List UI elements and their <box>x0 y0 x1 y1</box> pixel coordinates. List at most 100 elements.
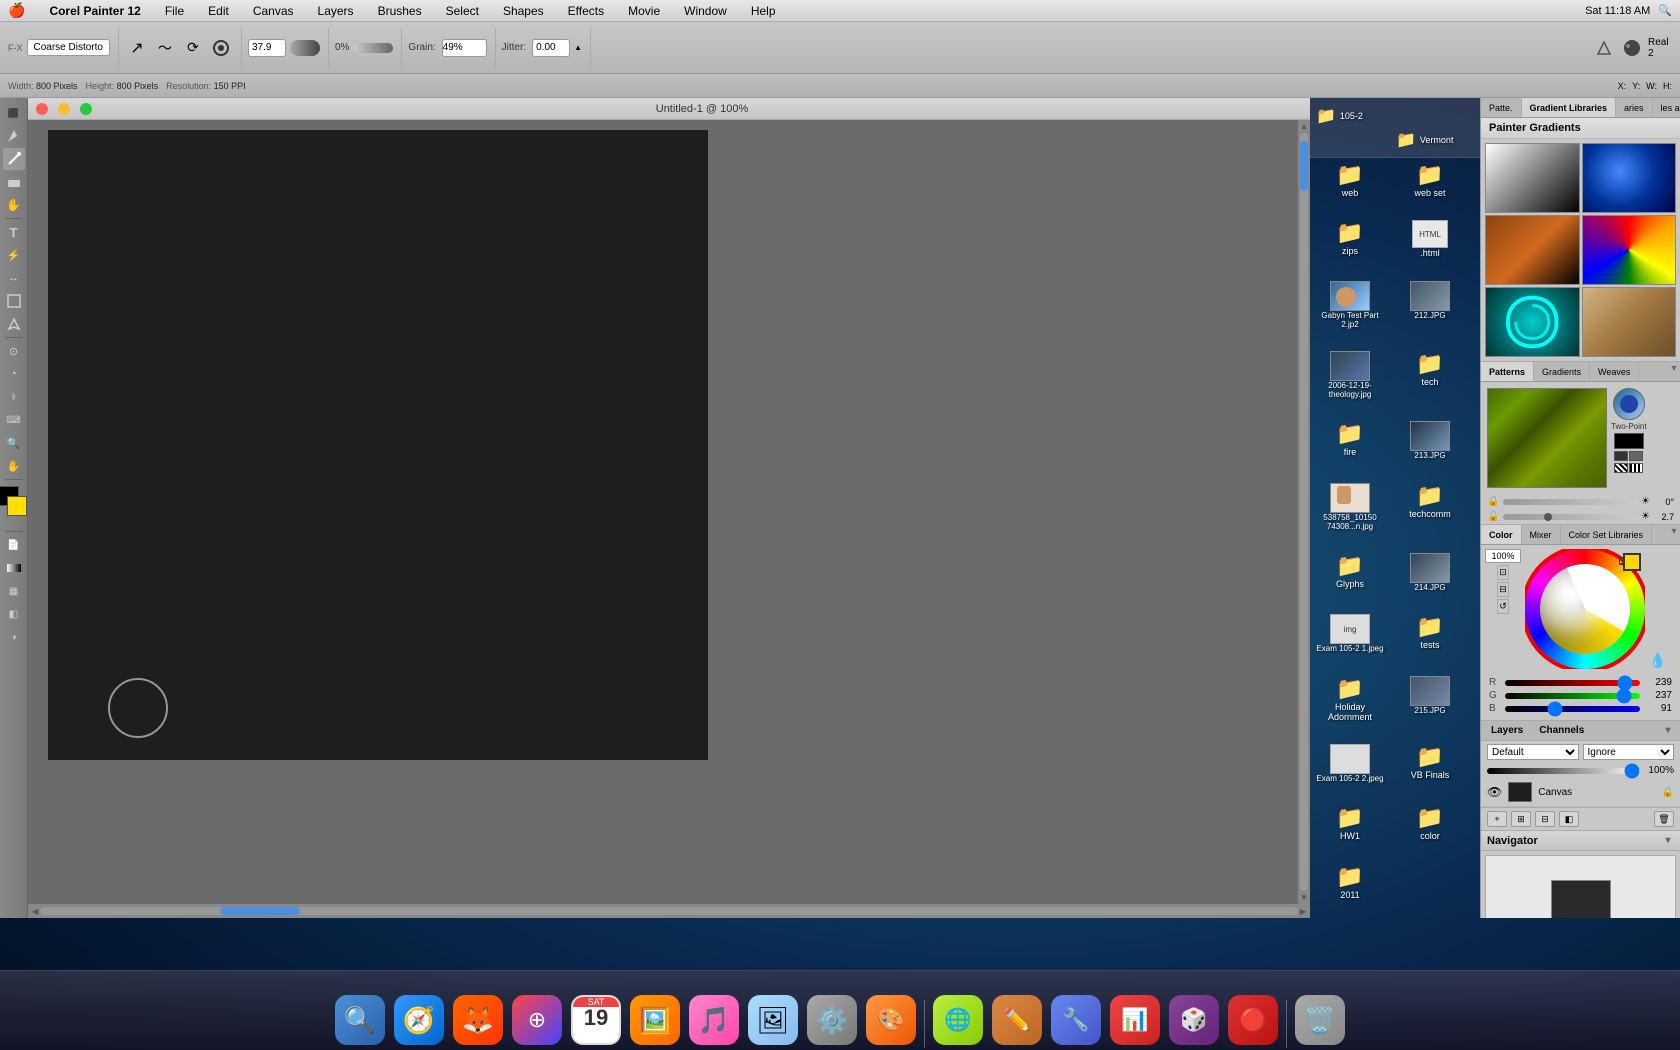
desktop-gabyn[interactable]: Gabyn Test Part 2.jp2 <box>1310 277 1390 347</box>
window-minimize[interactable] <box>58 103 70 115</box>
desktop-color[interactable]: 📁 color <box>1390 801 1470 859</box>
hscroll-right-arrow[interactable]: ▶ <box>1300 907 1306 916</box>
desktop-fire[interactable]: 📁 fire <box>1310 417 1390 478</box>
blend-mode[interactable]: Ignore <box>1583 744 1675 760</box>
dock-trash[interactable]: 🗑️ <box>1292 992 1348 1048</box>
desktop-exam1[interactable]: img Exam 105-2 1.jpeg <box>1310 610 1390 671</box>
dock-preview[interactable]: 🖼 <box>745 992 801 1048</box>
vscroll-down-arrow[interactable]: ▼ <box>1300 893 1308 902</box>
desktop-zips[interactable]: 📁 zips <box>1310 216 1390 276</box>
scale-sun-icon[interactable]: ☀ <box>1641 511 1650 522</box>
shape-tool[interactable] <box>3 290 25 312</box>
b-slider[interactable] <box>1505 706 1640 712</box>
tab-aries2[interactable]: les aries <box>1653 98 1680 117</box>
desktop-212[interactable]: 212.JPG <box>1390 277 1470 347</box>
brush-icon-1[interactable]: ↗ <box>125 36 149 60</box>
smear-tool[interactable]: ✋ <box>3 194 25 216</box>
nav-fit-icon[interactable]: ⊡ <box>1497 565 1509 580</box>
magnifier-tool[interactable]: 🔍 <box>3 432 25 454</box>
desktop-folder-105-2[interactable]: 📁 105-2 <box>1314 104 1476 128</box>
scale-slider-thumb[interactable] <box>1544 513 1552 521</box>
selection-tool[interactable]: ⬛ <box>3 102 25 124</box>
nav-actual-icon[interactable]: ⊟ <box>1497 582 1509 597</box>
gradient-bw[interactable] <box>1485 143 1580 213</box>
nav-close[interactable]: ▾ <box>1662 835 1674 847</box>
tab-patterns[interactable]: Patterns <box>1481 362 1534 381</box>
angle-sun-icon[interactable]: ☀ <box>1641 496 1650 507</box>
layers-tab-channels[interactable]: Channels <box>1535 725 1588 736</box>
group-layer-btn[interactable]: ⊞ <box>1511 811 1531 827</box>
menubar-shapes[interactable]: Shapes <box>499 4 548 18</box>
desktop-glyphs[interactable]: 📁 Glyphs <box>1310 549 1390 610</box>
mask-layer-btn[interactable]: ◧ <box>1559 811 1579 827</box>
scale-slider-track[interactable] <box>1503 514 1637 520</box>
color-dropper-icon[interactable]: 💧 <box>1649 652 1666 669</box>
menubar-window[interactable]: Window <box>680 4 731 18</box>
panel-menu-btn[interactable]: ▾ <box>1668 362 1680 374</box>
desktop-techcomm[interactable]: 📁 techcomm <box>1390 479 1470 549</box>
brush-tool[interactable] <box>3 148 25 170</box>
paper-tool[interactable]: 📄 <box>3 534 25 556</box>
composite-mode[interactable]: Default <box>1487 744 1579 760</box>
dock-app13[interactable]: 🔧 <box>1048 992 1104 1048</box>
menubar-select[interactable]: Select <box>442 4 483 18</box>
hscroll-left-arrow[interactable]: ◀ <box>32 907 38 916</box>
nav-rotate-icon[interactable]: ↺ <box>1497 599 1509 614</box>
dock-ical[interactable]: SAT 19 <box>568 992 624 1048</box>
swatch-stripe1[interactable] <box>1614 463 1628 473</box>
dock-safari[interactable]: 🧭 <box>391 992 447 1048</box>
real-icon-3[interactable]: Real 2 <box>1648 36 1672 60</box>
background-color[interactable] <box>7 496 27 516</box>
menubar-file[interactable]: File <box>161 4 188 18</box>
transform-tool[interactable]: ↔ <box>3 267 25 289</box>
hscroll-thumb[interactable] <box>220 907 300 915</box>
menubar-layers[interactable]: Layers <box>314 4 358 18</box>
canvas-layer-row[interactable]: 👁 Canvas 🔒 <box>1481 778 1680 807</box>
swatch-gray1[interactable] <box>1614 451 1628 461</box>
layers-panel-close[interactable]: ▾ <box>1662 725 1674 737</box>
gradient-tool[interactable] <box>3 557 25 579</box>
pattern-tool[interactable]: ▦ <box>3 580 25 602</box>
brush-category-selector[interactable]: Coarse Distorto <box>27 39 110 56</box>
color-wheel-container[interactable]: + <box>1525 549 1645 669</box>
zoom-input-color[interactable]: 100% <box>1485 549 1521 563</box>
desktop-folder-vermont[interactable]: 📁 Vermont <box>1394 128 1476 152</box>
jitter-arrow-up[interactable]: ▲ <box>574 43 582 52</box>
clone-tool[interactable]: ⚕ <box>3 386 25 408</box>
desktop-tech[interactable]: 📁 tech <box>1390 347 1470 417</box>
delete-layer-btn[interactable]: 🗑 <box>1654 811 1674 827</box>
menubar-canvas[interactable]: Canvas <box>249 4 298 18</box>
angle-lock-icon[interactable]: 🔒 <box>1487 496 1499 507</box>
jitter-input[interactable] <box>532 39 570 57</box>
desktop-214[interactable]: 214.JPG <box>1390 549 1470 610</box>
dodge-tool[interactable]: ⊙ <box>3 340 25 362</box>
tab-weaves[interactable]: Weaves <box>1590 362 1639 381</box>
desktop-holiday[interactable]: 📁 Holiday Adornment <box>1310 672 1390 740</box>
paint-bucket-tool[interactable] <box>3 125 25 147</box>
gradient-swirl[interactable] <box>1485 287 1580 357</box>
opacity-slider[interactable] <box>1487 768 1640 774</box>
g-slider[interactable] <box>1505 693 1640 699</box>
menubar-app-name[interactable]: Corel Painter 12 <box>45 4 144 18</box>
window-maximize[interactable] <box>80 103 92 115</box>
eraser-tool[interactable] <box>3 171 25 193</box>
tab-gradient-libraries[interactable]: Gradient Libraries <box>1522 98 1617 117</box>
real-icon-2[interactable] <box>1620 36 1644 60</box>
dock-app11[interactable]: 🌐 <box>930 992 986 1048</box>
desktop-538758[interactable]: 538758_10150 74308...n.jpg <box>1310 479 1390 549</box>
blend-tool[interactable]: ◑ <box>3 626 25 648</box>
desktop-tests[interactable]: 📁 tests <box>1390 610 1470 671</box>
menubar-brushes[interactable]: Brushes <box>374 4 426 18</box>
dock-app12[interactable]: ✏️ <box>989 992 1045 1048</box>
desktop-exam2[interactable]: Exam 105-2 2.jpeg <box>1310 740 1390 801</box>
angle-slider-track[interactable] <box>1503 499 1637 505</box>
desktop-vbfinals[interactable]: 📁 VB Finals <box>1390 740 1470 801</box>
gradient-blue[interactable] <box>1582 143 1677 213</box>
tab-mixer[interactable]: Mixer <box>1522 525 1561 544</box>
desktop-theology[interactable]: 2006-12-19- theology.jpg <box>1310 347 1390 417</box>
tab-gradients[interactable]: Gradients <box>1534 362 1590 381</box>
desktop-html[interactable]: HTML .html <box>1390 216 1470 276</box>
dock-app15[interactable]: 🎲 <box>1166 992 1222 1048</box>
brush-icon-4[interactable] <box>209 36 233 60</box>
desktop-web[interactable]: 📁 web <box>1310 158 1390 216</box>
